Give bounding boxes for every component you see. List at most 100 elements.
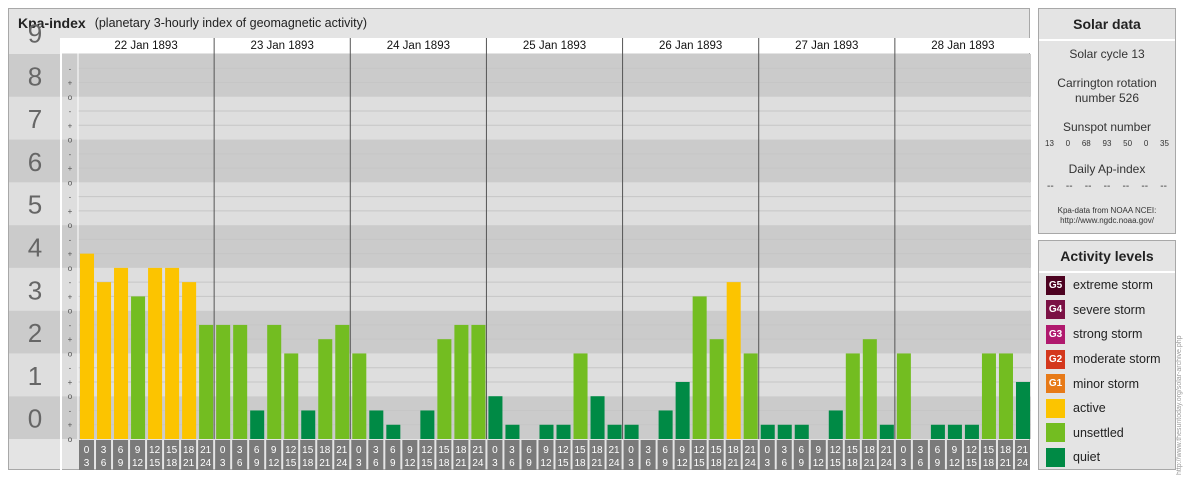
kp-axis-label: 9	[28, 19, 42, 49]
interval-start-label: 21	[745, 445, 757, 456]
interval-end-label: 24	[609, 458, 621, 469]
activity-levels-title: Activity levels	[1039, 241, 1175, 273]
kp-bar	[828, 410, 843, 439]
interval-end-label: 18	[574, 458, 586, 469]
interval-start-label: 6	[798, 445, 804, 456]
kp-bar	[369, 410, 384, 439]
kp-bar	[352, 353, 367, 439]
interval-end-label: 21	[591, 458, 603, 469]
kp-band	[9, 353, 1031, 397]
interval-start-label: 0	[356, 445, 362, 456]
minor-tick-label: o	[68, 221, 73, 230]
legend-label: extreme storm	[1073, 278, 1153, 293]
interval-end-label: 12	[404, 458, 416, 469]
legend-swatch: G1	[1046, 374, 1065, 394]
interval-end-label: 6	[509, 458, 515, 469]
minor-tick-label: +	[68, 378, 73, 387]
kp-bar	[80, 253, 95, 439]
interval-end-label: 3	[764, 458, 770, 469]
day-label: 23 Jan 1893	[251, 40, 314, 52]
kp-axis-label: 0	[28, 404, 42, 434]
minor-tick-label: +	[68, 121, 73, 130]
sunspot-value: 68	[1081, 139, 1091, 148]
sunspot-values: 13 0 68 93 50 0 35	[1039, 139, 1175, 148]
minor-tick-label: +	[68, 335, 73, 344]
interval-end-label: 3	[492, 458, 498, 469]
ap-value: --	[1160, 181, 1167, 192]
kp-bar	[896, 353, 911, 439]
day-label: 25 Jan 1893	[523, 40, 586, 52]
interval-end-label: 3	[628, 458, 634, 469]
legend-label: moderate storm	[1073, 352, 1161, 367]
kp-bar	[862, 339, 877, 439]
kp-bar	[845, 353, 860, 439]
kp-axis-label: 7	[28, 104, 42, 134]
interval-end-label: 24	[336, 458, 348, 469]
legend-swatch	[1046, 398, 1065, 418]
legend-label: unsettled	[1073, 425, 1124, 440]
kp-band	[9, 310, 1031, 354]
kp-band	[9, 182, 1031, 226]
minor-tick-label: -	[69, 150, 72, 159]
interval-end-label: 15	[285, 458, 297, 469]
kp-bar	[590, 396, 605, 439]
interval-end-label: 18	[983, 458, 995, 469]
ap-value: --	[1084, 181, 1092, 192]
interval-end-label: 12	[132, 458, 144, 469]
interval-start-label: 3	[645, 445, 651, 456]
interval-end-label: 6	[781, 458, 787, 469]
minor-tick-label: +	[68, 250, 73, 259]
interval-start-label: 12	[149, 445, 161, 456]
interval-start-label: 9	[543, 445, 549, 456]
day-label: 26 Jan 1893	[659, 40, 722, 52]
interval-start-label: 15	[847, 445, 859, 456]
minor-tick-label: -	[69, 364, 72, 373]
interval-start-label: 18	[728, 445, 740, 456]
kp-bar	[165, 267, 180, 439]
kp-axis-label: 2	[28, 318, 42, 348]
kp-axis-label: 1	[28, 361, 42, 391]
interval-start-label: 3	[781, 445, 787, 456]
interval-start-label: 6	[526, 445, 532, 456]
kp-bar	[556, 424, 571, 439]
interval-start-label: 18	[864, 445, 876, 456]
interval-end-label: 9	[798, 458, 804, 469]
carrington-number: number 526	[1074, 91, 1140, 105]
interval-start-label: 0	[764, 445, 770, 456]
legend-item-moderate-storm: G2 moderate storm	[1039, 347, 1175, 372]
interval-end-label: 18	[711, 458, 723, 469]
interval-end-label: 24	[745, 458, 757, 469]
interval-end-label: 9	[662, 458, 668, 469]
kp-band	[9, 139, 1031, 183]
interval-end-label: 18	[438, 458, 450, 469]
interval-start-label: 9	[815, 445, 821, 456]
interval-start-label: 21	[881, 445, 893, 456]
interval-start-label: 12	[830, 445, 842, 456]
kp-band	[9, 267, 1031, 311]
legend-label: minor storm	[1073, 376, 1139, 391]
interval-end-label: 24	[1017, 458, 1029, 469]
source-label: Kpa-data from NOAA NCEI:	[1057, 206, 1157, 215]
legend-label: strong storm	[1073, 327, 1143, 342]
interval-end-label: 18	[166, 458, 178, 469]
interval-end-label: 15	[149, 458, 161, 469]
day-label: 22 Jan 1893	[114, 40, 177, 52]
minor-tick-label: o	[68, 93, 73, 102]
source-link[interactable]: http://www.ngdc.noaa.gov/	[1039, 216, 1175, 226]
interval-start-label: 0	[901, 445, 907, 456]
minor-tick-label: -	[69, 64, 72, 73]
kp-bar	[760, 424, 775, 439]
minor-tick-label: -	[69, 235, 72, 244]
interval-end-label: 9	[118, 458, 124, 469]
interval-start-label: 9	[135, 445, 141, 456]
kp-bar	[1015, 381, 1030, 439]
ap-label: Daily Ap-index	[1068, 162, 1146, 176]
interval-start-label: 0	[628, 445, 634, 456]
interval-end-label: 9	[526, 458, 532, 469]
kp-bar	[182, 282, 197, 439]
minor-tick-label: o	[68, 435, 73, 444]
interval-start-label: 12	[285, 445, 297, 456]
minor-tick-label: +	[68, 421, 73, 430]
interval-start-label: 6	[390, 445, 396, 456]
source-note: Kpa-data from NOAA NCEI: http://www.ngdc…	[1039, 206, 1175, 226]
